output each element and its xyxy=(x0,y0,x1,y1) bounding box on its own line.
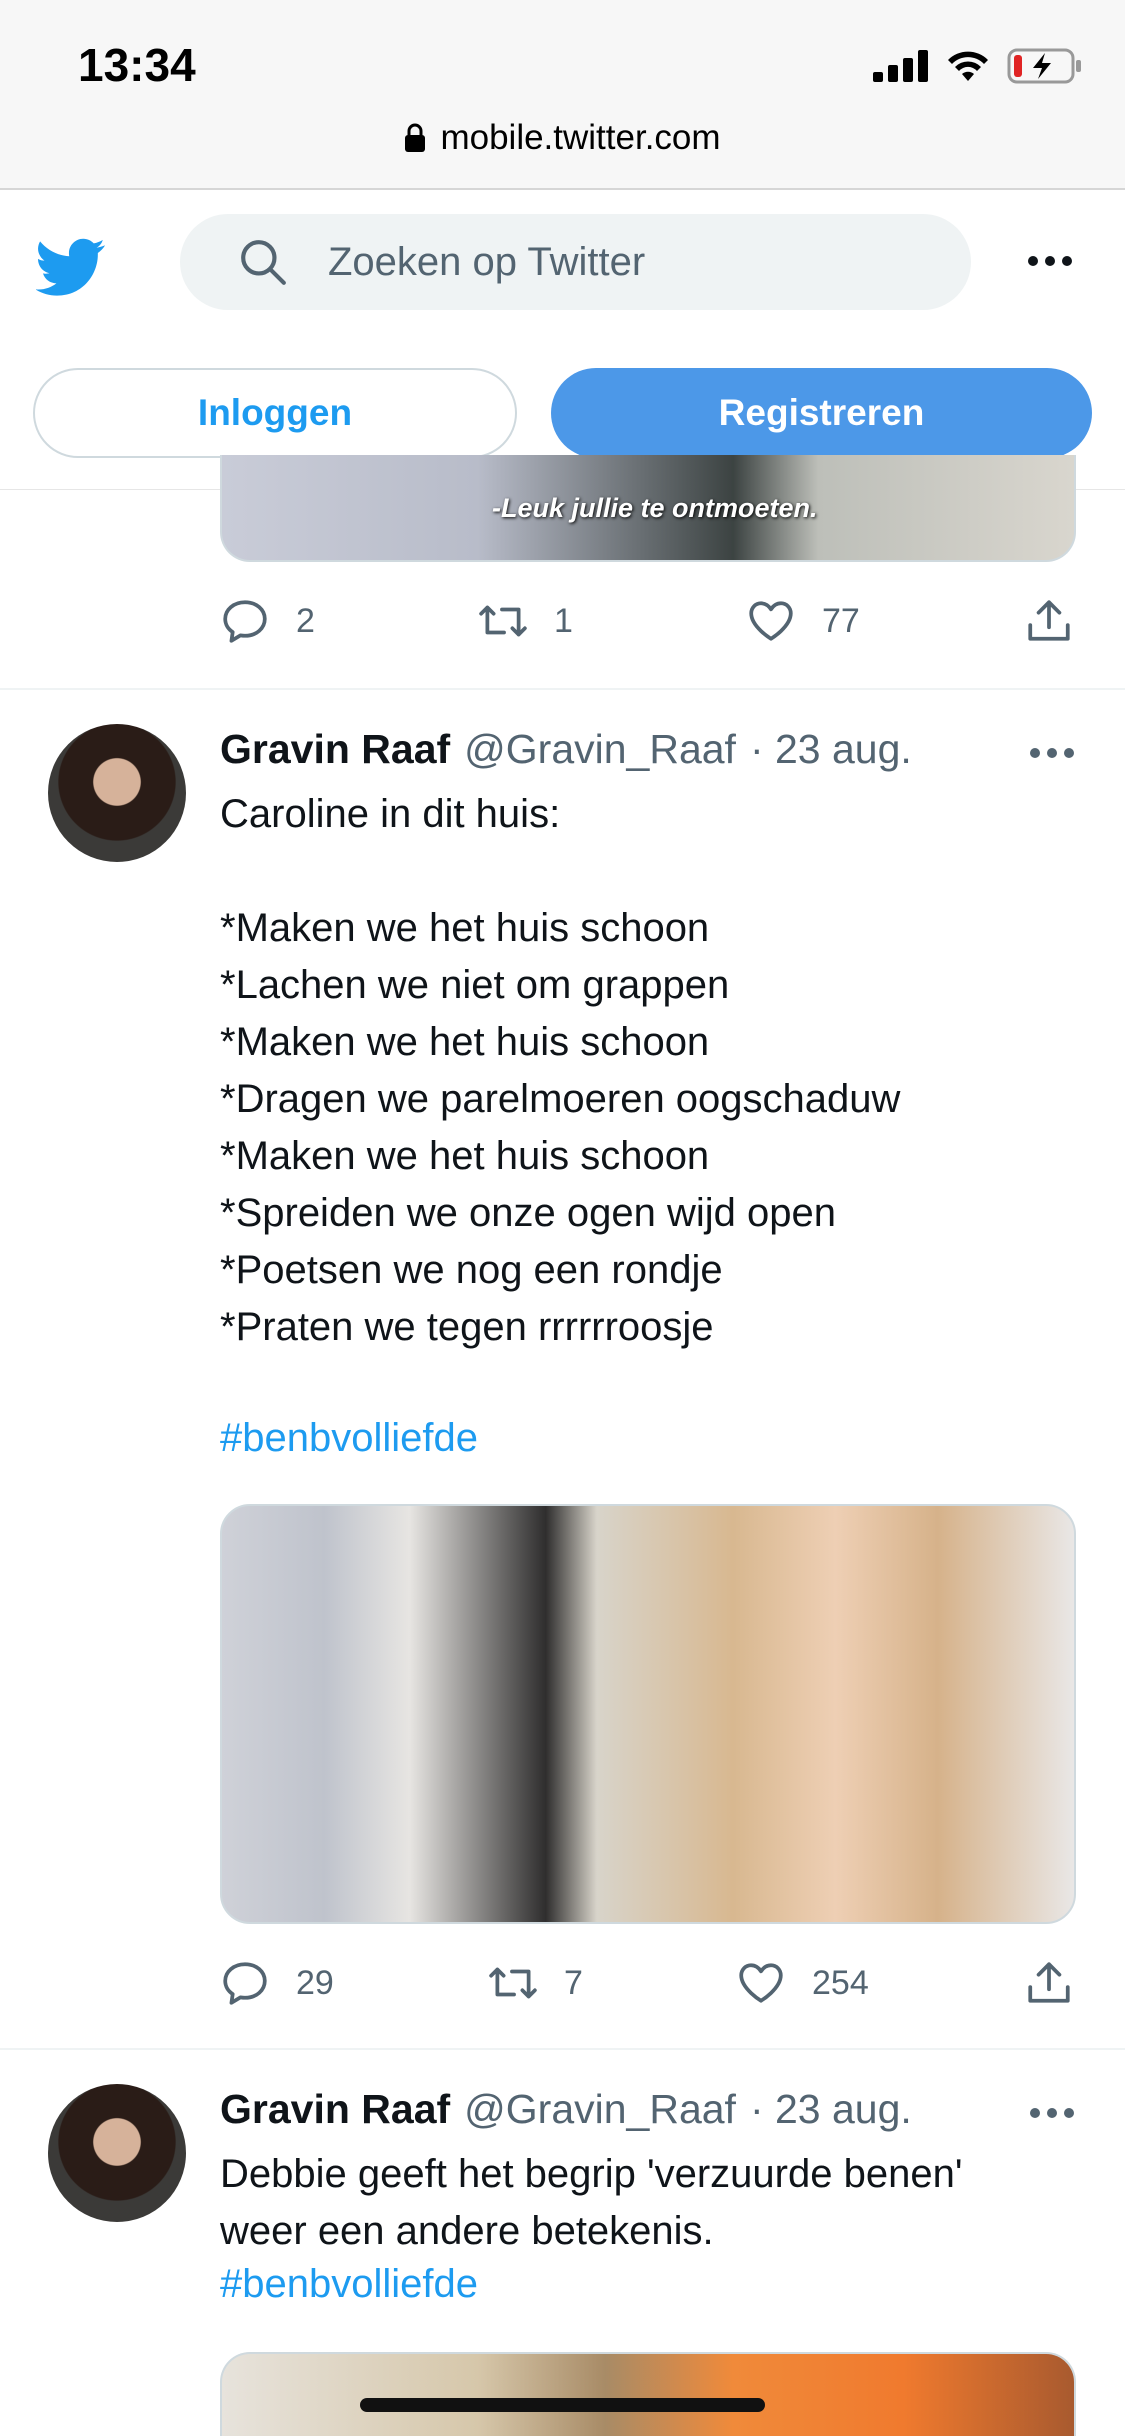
media-subtitle: -Leuk jullie te ontmoeten. xyxy=(492,493,818,523)
login-button[interactable]: Inloggen xyxy=(33,368,517,458)
tweet-header: Gravin Raaf @Gravin_Raaf · 23 aug. xyxy=(220,726,912,773)
tweet-media-image[interactable] xyxy=(220,1504,1076,1924)
tweet-more-icon[interactable] xyxy=(1030,738,1080,768)
tweet-actions: 2 1 77 xyxy=(220,596,1076,656)
avatar[interactable] xyxy=(48,724,186,862)
retweet-icon xyxy=(479,605,527,637)
like-button[interactable]: 254 xyxy=(736,1958,869,2008)
tweet-author-name[interactable]: Gravin Raaf xyxy=(220,726,450,773)
retweet-count: 1 xyxy=(554,601,573,640)
retweet-count: 7 xyxy=(564,1963,583,2002)
share-button[interactable] xyxy=(1024,596,1074,646)
reply-icon xyxy=(223,1962,267,2005)
heart-icon xyxy=(749,601,793,641)
twitter-bird-icon[interactable] xyxy=(36,232,106,302)
reply-count: 2 xyxy=(296,601,315,640)
hashtag-link[interactable]: #benbvolliefde xyxy=(220,2262,478,2307)
tweet-media-image[interactable]: -Leuk jullie te ontmoeten. xyxy=(220,455,1076,562)
reply-icon xyxy=(223,600,267,643)
tweet-author-handle[interactable]: @Gravin_Raaf xyxy=(464,2086,736,2133)
tweet-author-name[interactable]: Gravin Raaf xyxy=(220,2086,450,2133)
tweet-date[interactable]: · 23 aug. xyxy=(750,726,912,773)
retweet-button[interactable]: 1 xyxy=(478,596,573,646)
avatar[interactable] xyxy=(48,2084,186,2222)
reply-button[interactable]: 2 xyxy=(220,596,315,646)
tweet-actions: 29 7 254 xyxy=(220,1958,1076,2018)
tweet-divider xyxy=(0,2048,1125,2050)
twitter-header: Inloggen Registreren xyxy=(0,190,1125,490)
share-icon xyxy=(1028,1962,1070,2003)
retweet-button[interactable]: 7 xyxy=(488,1958,583,2008)
status-time: 13:34 xyxy=(78,39,196,91)
home-indicator[interactable] xyxy=(360,2398,765,2412)
tweet-date[interactable]: · 23 aug. xyxy=(750,2086,912,2133)
register-button[interactable]: Registreren xyxy=(551,368,1092,458)
lock-icon xyxy=(405,123,426,152)
tweet-text: Caroline in dit huis: *Maken we het huis… xyxy=(220,792,901,1349)
like-count: 254 xyxy=(812,1963,869,2002)
retweet-icon xyxy=(489,1967,537,1999)
hashtag-link[interactable]: #benbvolliefde xyxy=(220,1416,478,1461)
search-box[interactable] xyxy=(180,214,971,310)
browser-top-bar: 13:34 mobile.twitter.com xyxy=(0,0,1125,190)
search-input[interactable] xyxy=(328,239,888,285)
tweet-media-image[interactable] xyxy=(220,2352,1076,2436)
tweet-divider xyxy=(0,688,1125,690)
tweet-text: Debbie geeft het begrip 'verzuurde benen… xyxy=(220,2152,963,2253)
reply-count: 29 xyxy=(296,1963,334,2002)
tweet-header: Gravin Raaf @Gravin_Raaf · 23 aug. xyxy=(220,2086,912,2133)
wifi-icon xyxy=(948,51,988,81)
search-icon xyxy=(241,240,286,285)
status-icons xyxy=(873,48,1083,84)
battery-charging-icon xyxy=(1007,48,1081,84)
url-text: mobile.twitter.com xyxy=(440,118,721,157)
share-button[interactable] xyxy=(1024,1958,1074,2008)
url-bar[interactable]: mobile.twitter.com xyxy=(0,118,1125,158)
reply-button[interactable]: 29 xyxy=(220,1958,334,2008)
share-icon xyxy=(1028,600,1070,641)
tweet-more-icon[interactable] xyxy=(1030,2098,1080,2128)
like-button[interactable]: 77 xyxy=(746,596,860,646)
heart-icon xyxy=(739,1963,783,2003)
like-count: 77 xyxy=(822,601,860,640)
signal-icon xyxy=(873,50,928,82)
more-options-icon[interactable] xyxy=(1028,246,1078,276)
tweet-author-handle[interactable]: @Gravin_Raaf xyxy=(464,726,736,773)
